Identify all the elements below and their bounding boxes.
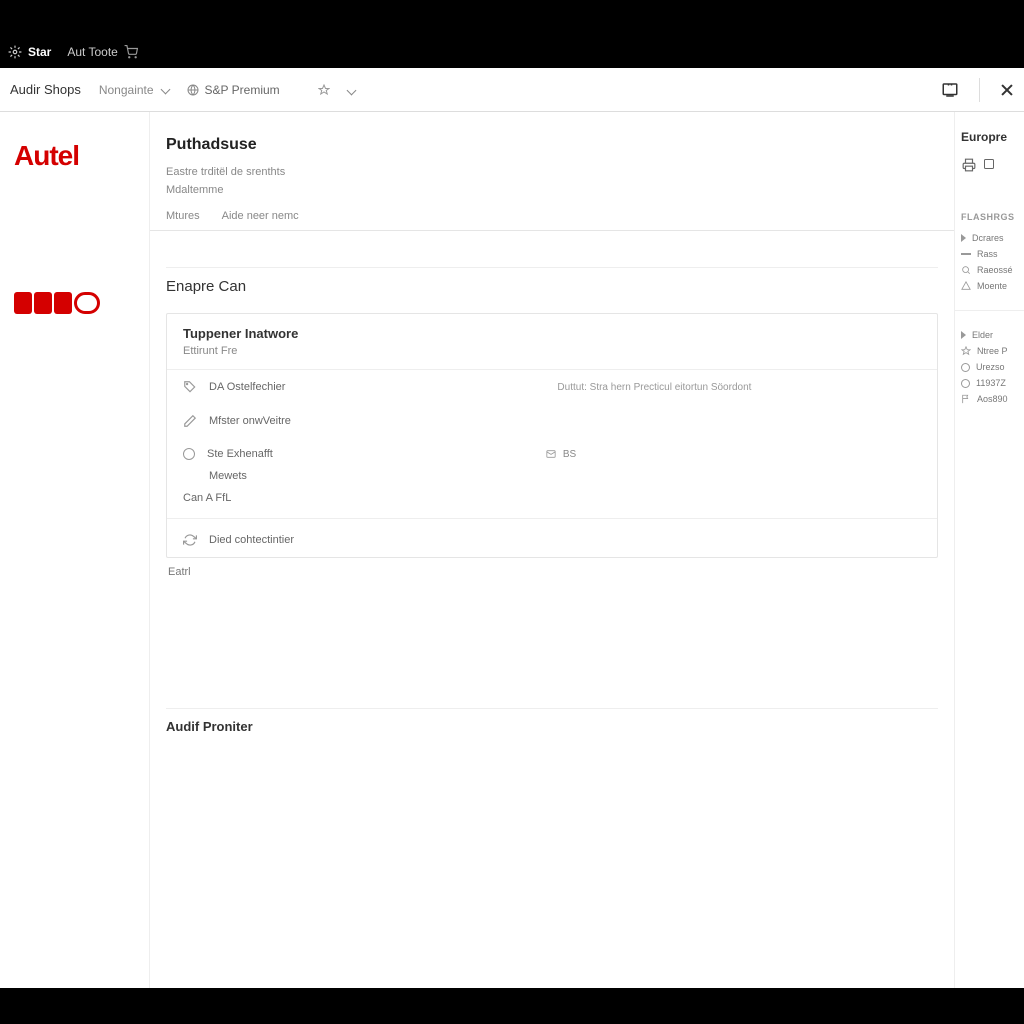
item-sub-label: Mewets (209, 470, 247, 482)
badge-block-icon (34, 292, 52, 314)
tab-label: Star (28, 45, 51, 59)
item-badge: BS (545, 449, 576, 460)
bottombar (0, 988, 1024, 1024)
divider (150, 230, 954, 231)
item-label: Can A FfL (183, 492, 231, 504)
toolbar: Audir Shops Nongainte S&P Premium (0, 68, 1024, 112)
toolbar-pin[interactable] (318, 84, 330, 96)
divider (979, 78, 980, 102)
dash-icon (961, 250, 971, 258)
tab-aide[interactable]: Aide neer nemc (222, 210, 299, 222)
device-icon[interactable] (941, 81, 959, 99)
tag-icon (183, 380, 197, 394)
sidebar: Autel (0, 112, 150, 988)
section-footer-text: Eatrl (166, 558, 938, 578)
page-title: Puthadsuse (166, 136, 938, 154)
pencil-icon (183, 414, 197, 428)
divider (167, 518, 937, 519)
badge-block-icon (14, 292, 32, 314)
breadcrumb-3[interactable]: S&P Premium (187, 83, 280, 97)
right-item[interactable]: Urezso (961, 359, 1018, 375)
tab-bar: Star Aut Toote (0, 36, 1024, 68)
list-item[interactable]: Ste Exhenafft BS (167, 438, 937, 470)
warning-icon (961, 281, 971, 291)
list-item[interactable]: Can A FfL (167, 490, 937, 514)
tab-label: Aut Toote (67, 45, 117, 59)
circle-icon (961, 363, 970, 372)
item-label: Died cohtectintier (209, 534, 294, 546)
item-label: DA Ostelfechier (209, 381, 285, 393)
tab-star[interactable]: Star (8, 45, 51, 59)
cart-icon (124, 45, 138, 59)
close-button[interactable] (1000, 83, 1014, 97)
flag-icon (961, 394, 971, 404)
list-item[interactable]: DA Ostelfechier Duttut: Stra hern Precti… (167, 370, 937, 404)
gear-icon (8, 45, 22, 59)
mail-icon (545, 449, 557, 459)
badge-oval-icon (74, 292, 100, 314)
arrow-icon (961, 234, 966, 242)
refresh-icon (183, 533, 197, 547)
breadcrumb-2[interactable]: Nongainte (99, 83, 169, 97)
square-icon[interactable] (983, 158, 995, 170)
right-panel-title: Europre (961, 130, 1018, 144)
toolbar-dropdown[interactable] (344, 82, 355, 97)
star-icon (961, 346, 971, 356)
globe-icon (187, 84, 199, 96)
list-item[interactable]: Mfster onwVeitre (167, 404, 937, 438)
right-item[interactable]: Rass (961, 246, 1018, 262)
list-item[interactable]: Died cohtectintier (167, 523, 937, 557)
titlebar (0, 0, 1024, 36)
page-meta: Mdaltemme (166, 184, 938, 196)
card-header: Tuppener Inatwore (167, 314, 937, 345)
right-item[interactable]: Aos890 (961, 391, 1018, 407)
right-panel: Europre FLASHRGS Dcrares Rass Raeossé Mo… (954, 112, 1024, 988)
item-desc: Duttut: Stra hern Precticul eitortun Söo… (557, 382, 751, 393)
badge-block-icon (54, 292, 72, 314)
breadcrumb-1[interactable]: Audir Shops (10, 82, 81, 97)
right-section-label: FLASHRGS (961, 212, 1018, 222)
right-item[interactable]: Dcrares (961, 230, 1018, 246)
right-item[interactable]: Elder (961, 327, 1018, 343)
card-tuppener: Tuppener Inatwore Ettirunt Fre DA Ostelf… (166, 313, 938, 558)
search-icon (961, 265, 971, 275)
content-tabs: Mtures Aide neer nemc (166, 210, 938, 230)
card-subhead: Ettirunt Fre (167, 345, 937, 370)
divider (166, 267, 938, 268)
tab-tools[interactable]: Aut Toote (67, 45, 137, 59)
list-item-sub: Mewets (167, 470, 937, 490)
arrow-icon (961, 331, 966, 339)
content: Puthadsuse Eastre trditёl de srenthts Md… (150, 112, 954, 988)
printer-icon[interactable] (961, 158, 977, 172)
right-item[interactable]: 11937Z (961, 375, 1018, 391)
item-label: Mfster onwVeitre (209, 415, 291, 427)
item-label: Ste Exhenafft (207, 448, 273, 460)
section-enapre: Enapre Can Tuppener Inatwore Ettirunt Fr… (166, 267, 938, 578)
right-item[interactable]: Ntree P (961, 343, 1018, 359)
tab-mtures[interactable]: Mtures (166, 210, 200, 222)
right-item[interactable]: Moente (961, 278, 1018, 294)
section-heading: Enapre Can (166, 278, 938, 295)
page-subtitle: Eastre trditёl de srenthts (166, 166, 938, 178)
brand-logo: Autel (14, 140, 135, 172)
pin-icon (318, 84, 330, 96)
section-proniter: Audif Proniter (166, 708, 938, 734)
circle-icon (961, 379, 970, 388)
circle-icon (183, 448, 195, 460)
main-area: Autel Puthadsuse Eastre trditёl de srent… (0, 112, 1024, 988)
right-item[interactable]: Raeossé (961, 262, 1018, 278)
sidebar-badge (14, 292, 135, 314)
divider (955, 310, 1024, 311)
right-panel-icons (961, 158, 1018, 172)
